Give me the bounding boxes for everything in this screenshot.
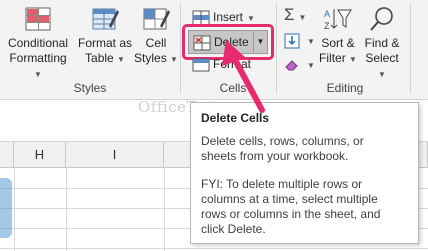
styles-group-label: Styles — [73, 81, 107, 95]
column-header-i[interactable]: I — [66, 142, 164, 168]
conditional-formatting-label-2: Formatting ▼ — [9, 51, 67, 79]
chevron-down-icon: ▼ — [170, 55, 178, 64]
cell-styles-button[interactable]: Cell Styles ▼ — [134, 6, 178, 67]
chevron-down-icon: ▼ — [34, 70, 42, 79]
fill-down-icon — [284, 33, 300, 49]
magnifier-icon — [370, 7, 393, 31]
cell-styles-icon — [143, 8, 170, 30]
chevron-down-icon: ▼ — [378, 70, 386, 79]
group-divider — [276, 4, 277, 94]
chevron-down-icon: ▼ — [307, 37, 315, 46]
ribbon: Conditional Formatting ▼ Format as Table… — [0, 0, 428, 100]
cells-group-label: Cells — [219, 81, 247, 95]
conditional-formatting-button[interactable]: Conditional Formatting ▼ — [4, 6, 72, 82]
gridline — [164, 168, 165, 251]
editing-group-label: Editing — [326, 81, 364, 95]
chevron-down-icon: ▼ — [117, 55, 125, 64]
svg-text:A: A — [324, 9, 330, 19]
conditional-formatting-label-1: Conditional — [7, 36, 69, 50]
conditional-formatting-icon — [25, 7, 51, 31]
format-label: Format — [213, 57, 252, 71]
cell-styles-label-2: Styles ▼ — [134, 51, 178, 65]
format-as-table-label-2: Table ▼ — [85, 51, 125, 65]
cell-styles-label-1: Cell — [145, 36, 167, 50]
chevron-down-icon: ▼ — [349, 55, 357, 64]
group-divider — [180, 4, 181, 94]
format-as-table-icon — [92, 8, 119, 30]
svg-text:Z: Z — [324, 21, 330, 31]
sigma-icon: Σ — [284, 5, 295, 24]
clear-button[interactable]: ▼ — [284, 54, 315, 74]
sort-filter-label-2: Filter ▼ — [319, 51, 357, 65]
find-select-label-1: Find & — [364, 36, 400, 50]
group-divider — [410, 4, 411, 94]
delete-cells-tooltip: Delete Cells Delete cells, rows, columns… — [190, 102, 419, 244]
sort-filter-label-1: Sort & — [321, 36, 355, 50]
autosum-button[interactable]: Σ ▼ — [284, 5, 306, 25]
find-select-button[interactable]: Find & Select ▼ — [360, 6, 404, 82]
column-header-partial[interactable] — [0, 142, 14, 168]
format-as-table-label-1: Format as — [77, 36, 132, 50]
sort-filter-button[interactable]: A Z Sort & Filter ▼ — [316, 6, 360, 67]
format-button[interactable]: Format — [192, 56, 251, 72]
find-select-label-2: Select ▼ — [365, 51, 399, 79]
gridline — [14, 168, 15, 251]
format-as-table-button[interactable]: Format as Table ▼ — [76, 6, 134, 67]
insert-label: Insert — [213, 10, 244, 24]
gridline — [66, 168, 67, 251]
gridline — [0, 248, 428, 249]
fill-button[interactable]: ▼ — [284, 30, 315, 50]
tooltip-fyi: FYI: To delete multiple rows or columns … — [201, 177, 381, 236]
highlight-box — [182, 24, 274, 60]
tooltip-title: Delete Cells — [201, 111, 270, 125]
chevron-down-icon: ▼ — [307, 61, 315, 70]
format-cells-icon — [192, 58, 210, 72]
chevron-down-icon: ▼ — [247, 14, 255, 23]
column-header-h[interactable]: H — [14, 142, 66, 168]
sort-filter-icon: A Z — [324, 9, 352, 31]
chevron-down-icon: ▼ — [298, 13, 307, 22]
selection-fragment — [0, 178, 12, 238]
eraser-icon — [285, 60, 298, 71]
tooltip-body: Delete cells, rows, columns, or sheets f… — [201, 134, 364, 163]
